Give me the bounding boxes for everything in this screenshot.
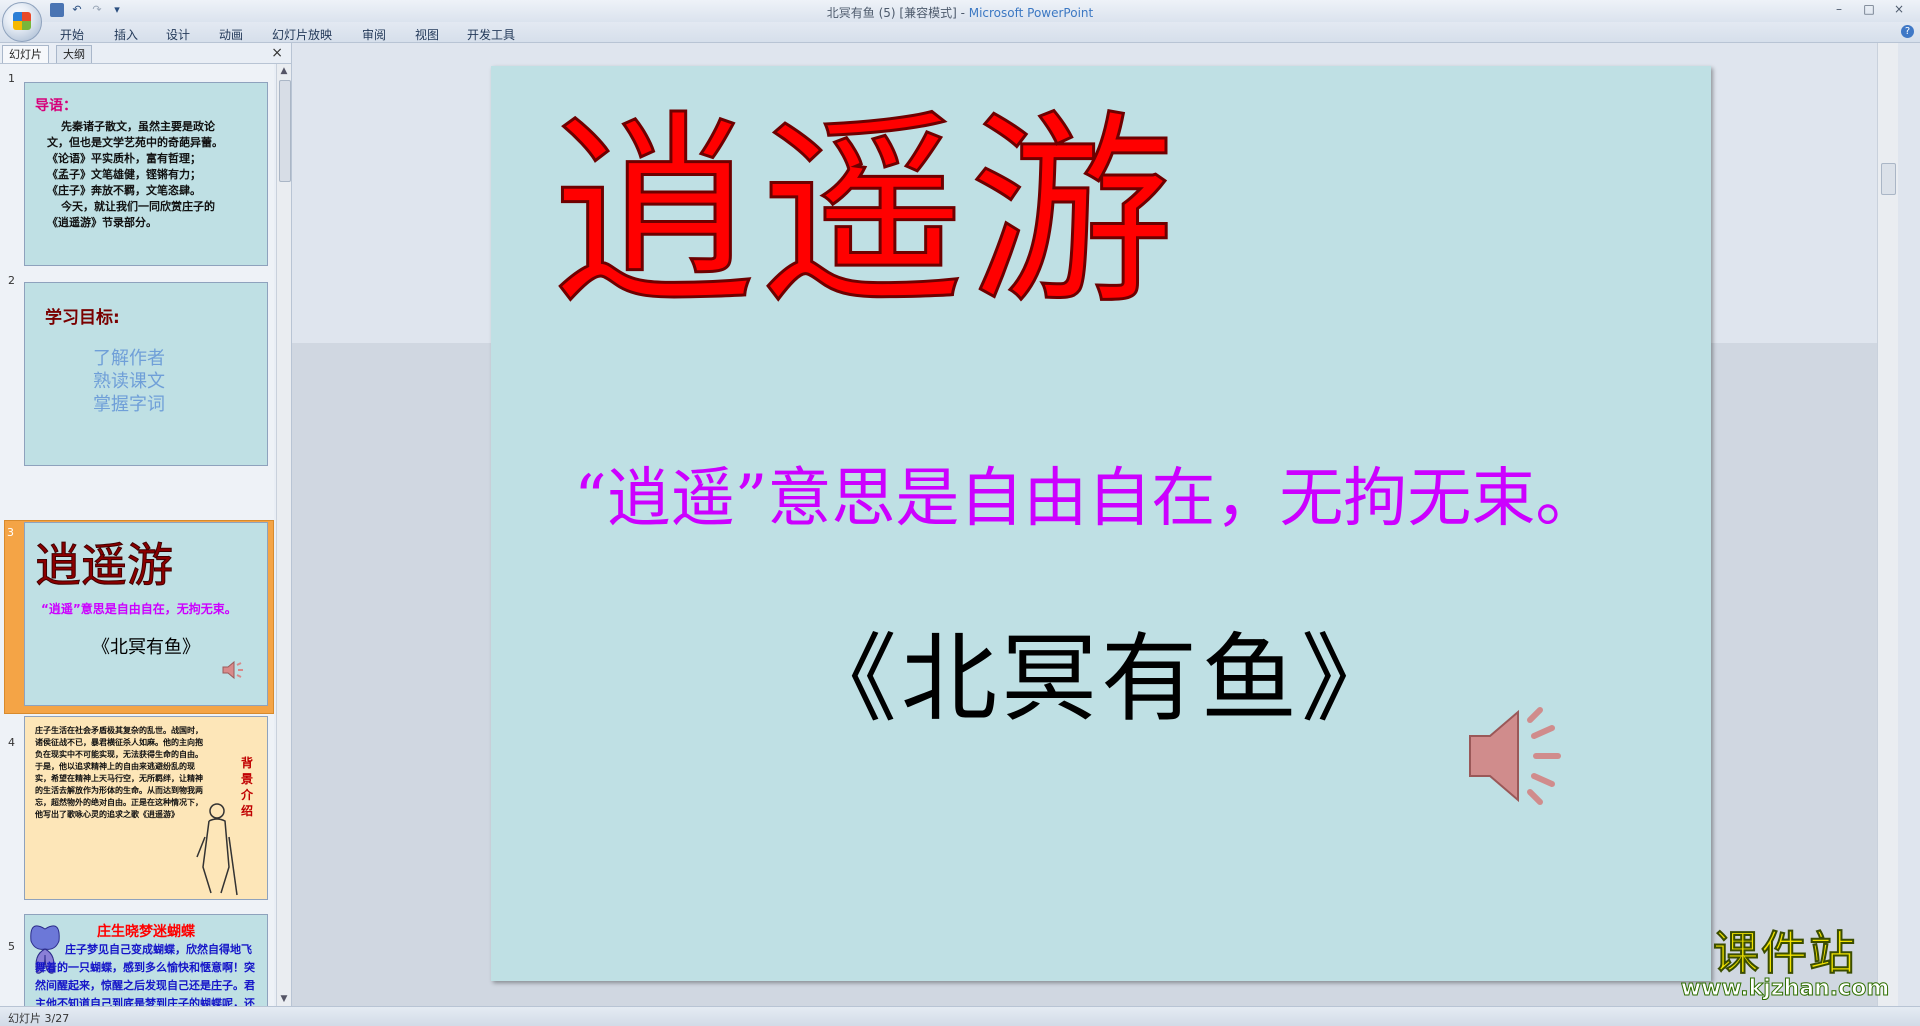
slide-title[interactable]: 逍遥游 xyxy=(550,104,1178,322)
thumb-number: 1 xyxy=(8,72,15,85)
slide-thumbnail-2[interactable]: 学习目标: 了解作者 熟读课文 掌握字词 xyxy=(24,282,268,466)
thumbnail-list: 1 导语： 先秦诸子散文，虽然主要是政论 文，但也是文学艺苑中的奇葩异蕾。 《论… xyxy=(0,64,274,1006)
thumb-number: 4 xyxy=(8,736,15,749)
speaker-icon xyxy=(222,660,243,680)
thumb-line: 《孟子》文笔雄健，铿锵有力； xyxy=(47,168,201,181)
thumb-line: 先秦诸子散文，虽然主要是政论 xyxy=(61,120,215,133)
watermark-url: www.kjzhan.com xyxy=(1680,976,1890,1002)
status-bar: 幻灯片 3/27 xyxy=(0,1006,1920,1026)
slide-thumbnail-1[interactable]: 导语： 先秦诸子散文，虽然主要是政论 文，但也是文学艺苑中的奇葩异蕾。 《论语》… xyxy=(24,82,268,266)
close-pane-icon[interactable]: × xyxy=(271,45,283,61)
thumbnail-scrollbar[interactable]: ▲ ▼ xyxy=(276,64,291,1006)
thumb-heading: 学习目标: xyxy=(45,308,120,328)
tab-design[interactable]: 设计 xyxy=(166,26,190,43)
scroll-down-icon[interactable]: ▼ xyxy=(277,992,291,1006)
thumb-line: 《论语》平实质朴，富有哲理； xyxy=(47,152,201,165)
tab-slides[interactable]: 幻灯片 xyxy=(2,45,49,63)
thumb-heading: 导语： xyxy=(35,98,77,114)
thumb-line: 《庄子》奔放不羁，文笔恣肆。 xyxy=(47,184,201,197)
pane-tabs: 幻灯片 大纲 × xyxy=(0,43,291,64)
figure-illustration xyxy=(196,803,238,896)
thumb-items: 了解作者 熟读课文 掌握字词 xyxy=(93,347,165,416)
thumb-title: 逍遥游 xyxy=(35,538,174,593)
scroll-thumb[interactable] xyxy=(279,80,291,182)
thumb-text: 先秦诸子散文，虽然主要是政论 文，但也是文学艺苑中的奇葩异蕾。 《论语》平实质朴… xyxy=(47,119,267,231)
tab-outline[interactable]: 大纲 xyxy=(56,45,92,63)
slides-pane: 幻灯片 大纲 × 1 导语： 先秦诸子散文，虽然主要是政论 文，但也是文学艺苑中… xyxy=(0,43,292,1006)
current-slide[interactable]: 逍遥游 “逍遥”意思是自由自在，无拘无束。 《北冥有鱼》 xyxy=(491,66,1711,981)
speaker-icon[interactable] xyxy=(1466,706,1576,806)
thumb-text: 庄子生活在社会矛盾极其复杂的乱世。战国时，诸侯征战不已，暴君横征杀人如麻。他的主… xyxy=(35,726,203,819)
watermark: 课件站 www.kjzhan.com xyxy=(1672,926,1898,1004)
ribbon-tabs: 开始 插入 设计 动画 幻灯片放映 审阅 视图 开发工具 ? xyxy=(0,22,1920,43)
office-logo-icon xyxy=(13,12,31,30)
help-icon[interactable]: ? xyxy=(1901,25,1914,38)
thumb-number: 3 xyxy=(7,526,14,539)
thumb-number: 2 xyxy=(8,274,15,287)
tab-home[interactable]: 开始 xyxy=(60,26,84,43)
tab-insert[interactable]: 插入 xyxy=(114,26,138,43)
scroll-up-icon[interactable]: ▲ xyxy=(277,64,291,78)
slide-counter: 幻灯片 3/27 xyxy=(8,1012,70,1025)
thumb-line: 今天，就让我们一同欣赏庄子的 xyxy=(61,200,215,213)
watermark-logo: 课件站 xyxy=(1712,926,1857,980)
document-title: 北冥有鱼 (5) [兼容模式] - xyxy=(826,6,969,20)
thumb-item: 了解作者 xyxy=(93,348,165,369)
app-name: Microsoft PowerPoint xyxy=(968,6,1094,20)
minimize-button[interactable]: – xyxy=(1824,0,1854,18)
thumb-subtitle: 《北冥有鱼》 xyxy=(92,637,200,658)
thumb-line: 《逍遥游》节录部分。 xyxy=(47,216,157,229)
office-button[interactable] xyxy=(2,2,42,42)
slide-thumbnail-3[interactable]: 逍遥游 “逍遥”意思是自由自在，无拘无束。 《北冥有鱼》 xyxy=(24,522,268,706)
slide-editor: 逍遥游 “逍遥”意思是自由自在，无拘无束。 《北冥有鱼》 xyxy=(292,43,1898,1006)
scroll-thumb[interactable] xyxy=(1881,163,1896,195)
editor-scrollbar[interactable] xyxy=(1877,43,1898,1006)
title-bar: ↶ ↷ ▾ 北冥有鱼 (5) [兼容模式] - Microsoft PowerP… xyxy=(0,0,1920,42)
thumb-heading: 庄生晓梦迷蝴蝶 xyxy=(97,924,195,940)
thumb-number: 5 xyxy=(8,940,15,953)
tab-view[interactable]: 视图 xyxy=(415,26,439,43)
slide-thumbnail-4[interactable]: 庄子生活在社会矛盾极其复杂的乱世。战国时，诸侯征战不已，暴君横征杀人如麻。他的主… xyxy=(24,716,268,900)
thumb-item: 掌握字词 xyxy=(93,394,165,415)
thumb-item: 熟读课文 xyxy=(93,371,165,392)
thumb-line: 文，但也是文学艺苑中的奇葩异蕾。 xyxy=(47,136,223,149)
slide-thumbnail-5[interactable]: 庄生晓梦迷蝴蝶 庄子梦见自己变成蝴蝶，欣然自得地飞舞着的一只蝴蝶，感到多么愉快和… xyxy=(24,914,268,1006)
tab-slideshow[interactable]: 幻灯片放映 xyxy=(272,26,332,43)
tab-developer[interactable]: 开发工具 xyxy=(467,26,515,43)
tab-animation[interactable]: 动画 xyxy=(219,26,243,43)
thumb-text: 庄子梦见自己变成蝴蝶，欣然自得地飞舞着的一只蝴蝶，感到多么愉快和惬意啊！突然间醒… xyxy=(35,943,255,1006)
thumb-desc: “逍遥”意思是自由自在，无拘无束。 xyxy=(41,602,237,616)
tab-review[interactable]: 审阅 xyxy=(362,26,386,43)
slide-description[interactable]: “逍遥”意思是自由自在，无拘无束。 xyxy=(574,458,1644,540)
window-controls: – □ × xyxy=(1824,0,1914,18)
thumb-side-label: 背景介绍 xyxy=(241,756,254,818)
close-window-button[interactable]: × xyxy=(1884,0,1914,18)
window-title: 北冥有鱼 (5) [兼容模式] - Microsoft PowerPoint xyxy=(0,4,1920,21)
maximize-button[interactable]: □ xyxy=(1854,0,1884,18)
